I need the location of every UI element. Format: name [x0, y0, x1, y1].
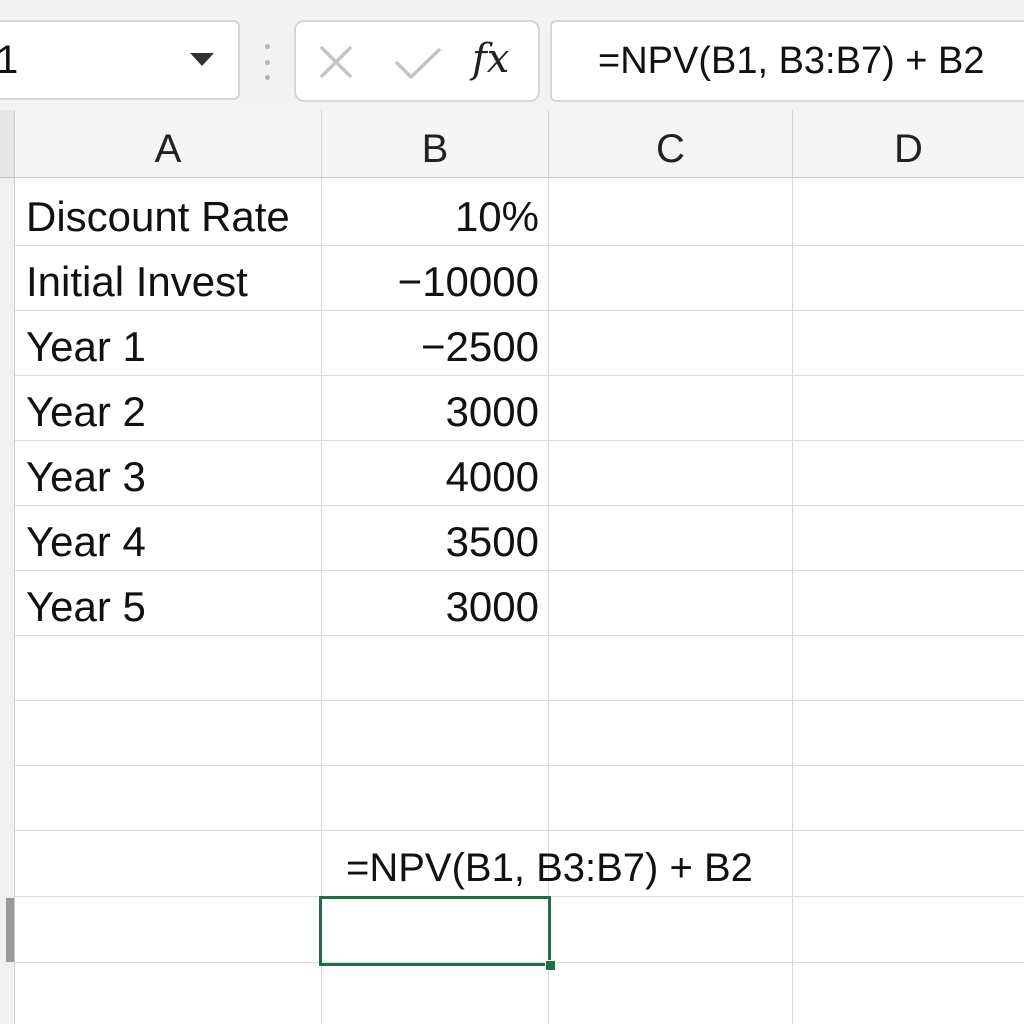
cell-b5[interactable]: 4000: [322, 441, 539, 505]
cell-a4[interactable]: Year 2: [26, 376, 146, 440]
cell-b7[interactable]: 3000: [322, 571, 539, 635]
cell-b6[interactable]: 3500: [322, 506, 539, 570]
gridline-horizontal: [15, 765, 1024, 766]
select-all-corner[interactable]: [0, 110, 14, 178]
gridline-horizontal: [15, 830, 1024, 831]
name-box-value: 1: [0, 38, 19, 82]
column-header-a[interactable]: A: [15, 110, 322, 177]
cell-a2[interactable]: Initial Invest: [26, 246, 248, 310]
cell-a1[interactable]: Discount Rate: [26, 181, 290, 245]
row-header-strip: [0, 110, 15, 1024]
gridline-horizontal: [15, 635, 1024, 636]
cell-a6[interactable]: Year 4: [26, 506, 146, 570]
cell-a5[interactable]: Year 3: [26, 441, 146, 505]
check-icon[interactable]: [394, 46, 442, 82]
gridline-horizontal: [15, 700, 1024, 701]
column-header-b[interactable]: B: [322, 110, 549, 177]
formula-input[interactable]: =NPV(B1, B3:B7) + B2: [550, 20, 1024, 102]
fill-handle[interactable]: [545, 960, 556, 971]
active-cell-selection[interactable]: [319, 896, 551, 966]
fx-icon[interactable]: fx: [472, 34, 509, 84]
cell-b1[interactable]: 10%: [322, 181, 539, 245]
chevron-down-icon[interactable]: [190, 53, 214, 66]
column-header-d[interactable]: D: [793, 110, 1024, 177]
cell-a3[interactable]: Year 1: [26, 311, 146, 375]
formula-controls: fx: [294, 20, 540, 102]
grip-handle-icon[interactable]: [263, 44, 271, 80]
spreadsheet-grid: A B C D Discount Rate 10% Initial Invest…: [0, 110, 1024, 1024]
cell-b11-formula-text[interactable]: =NPV(B1, B3:B7) + B2: [346, 832, 753, 896]
cell-b4[interactable]: 3000: [322, 376, 539, 440]
cell-b2[interactable]: −10000: [322, 246, 539, 310]
close-icon[interactable]: [318, 44, 354, 80]
formula-text: =NPV(B1, B3:B7) + B2: [598, 40, 985, 82]
cell-a7[interactable]: Year 5: [26, 571, 146, 635]
selected-row-indicator: [6, 898, 14, 962]
column-headers: A B C D: [15, 110, 1024, 178]
formula-bar-area: 1 fx =NPV(B1, B3:B7) + B2: [0, 0, 1024, 110]
cell-b3[interactable]: −2500: [322, 311, 539, 375]
gridline-vertical: [792, 178, 793, 1024]
name-box[interactable]: 1: [0, 20, 240, 100]
column-header-c[interactable]: C: [549, 110, 793, 177]
